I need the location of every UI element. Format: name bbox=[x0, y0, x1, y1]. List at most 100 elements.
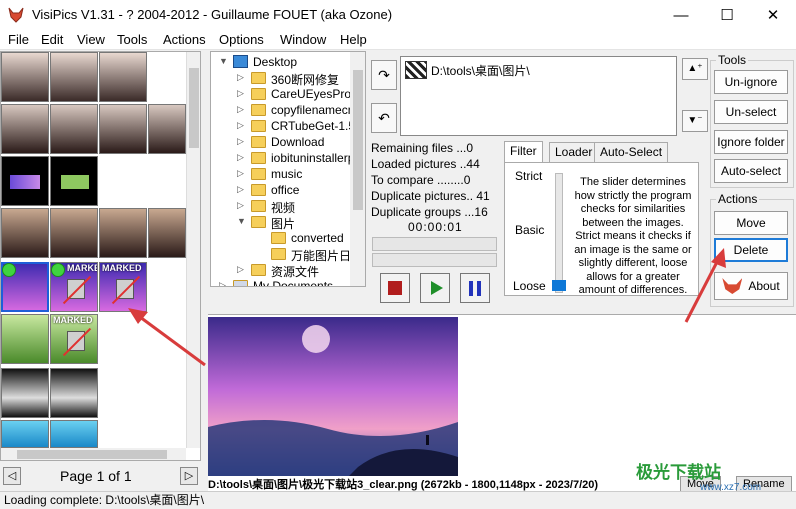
pause-icon bbox=[469, 281, 481, 296]
page-navigation: ◁ Page 1 of 1 ▷ bbox=[0, 462, 201, 490]
page-next-icon[interactable]: ▷ bbox=[180, 467, 198, 485]
folder-icon bbox=[251, 264, 266, 276]
thumbnail[interactable] bbox=[148, 104, 186, 154]
move-button[interactable]: Move bbox=[714, 211, 788, 235]
thumbnail[interactable] bbox=[1, 156, 49, 206]
folder-icon bbox=[251, 184, 266, 196]
thumbnail[interactable] bbox=[1, 104, 49, 154]
collapse-arrow-icon[interactable]: ▼ bbox=[237, 216, 247, 226]
thumbnail[interactable]: MARKED bbox=[99, 262, 147, 312]
folder-icon bbox=[251, 88, 266, 100]
menu-tools[interactable]: Tools bbox=[117, 32, 147, 47]
thumbnail[interactable] bbox=[99, 104, 147, 154]
slider-label-basic: Basic bbox=[515, 223, 545, 237]
title-bar: VisiPics V1.31 - ? 2004-2012 - Guillaume… bbox=[0, 0, 796, 30]
expand-arrow-icon[interactable]: ▷ bbox=[237, 168, 247, 179]
tree-scrollbar[interactable] bbox=[350, 52, 365, 286]
visipics-fox-icon bbox=[8, 7, 24, 23]
thumbnail[interactable]: MARKED bbox=[50, 262, 98, 312]
tab-filter[interactable]: Filter bbox=[504, 141, 543, 163]
minimize-button[interactable]: — bbox=[658, 0, 704, 30]
next-group-arrow-icon[interactable]: ↷ bbox=[371, 60, 397, 90]
window-title: VisiPics V1.31 - ? 2004-2012 - Guillaume… bbox=[32, 7, 393, 22]
stop-button[interactable] bbox=[380, 273, 410, 303]
expand-arrow-icon[interactable]: ▷ bbox=[219, 280, 229, 286]
scroll-up-icon[interactable]: ▲⁺ bbox=[682, 58, 708, 80]
thumbnail[interactable] bbox=[99, 208, 147, 258]
scroll-thumb[interactable] bbox=[353, 70, 363, 210]
thumbnail[interactable] bbox=[1, 314, 49, 364]
thumbnail[interactable] bbox=[1, 368, 49, 418]
play-button[interactable] bbox=[420, 273, 450, 303]
unselect-button[interactable]: Un-select bbox=[714, 100, 788, 124]
expand-arrow-icon[interactable]: ▷ bbox=[237, 184, 247, 195]
menu-actions[interactable]: Actions bbox=[163, 32, 206, 47]
slider-label-strict: Strict bbox=[515, 169, 543, 183]
elapsed-timer: 00:00:01 bbox=[408, 220, 463, 234]
thumbnail[interactable] bbox=[50, 52, 98, 102]
thumbnail[interactable] bbox=[50, 368, 98, 418]
unignore-button[interactable]: Un-ignore bbox=[714, 70, 788, 94]
delete-mark-icon bbox=[67, 331, 85, 351]
slider-knob[interactable] bbox=[552, 280, 566, 291]
about-button[interactable]: About bbox=[714, 272, 788, 300]
expand-arrow-icon[interactable]: ▷ bbox=[237, 136, 247, 147]
thumbnail[interactable]: MARKED bbox=[50, 314, 98, 364]
menu-view[interactable]: View bbox=[77, 32, 105, 47]
stat-duplicates: Duplicate pictures.. 41 bbox=[371, 189, 490, 203]
duplicate-groups-list: D:\tools\桌面\图片\ bbox=[400, 56, 677, 136]
expand-arrow-icon[interactable]: ▷ bbox=[237, 88, 247, 99]
expand-arrow-icon[interactable]: ▷ bbox=[237, 120, 247, 131]
thumbnail[interactable] bbox=[50, 104, 98, 154]
thumbnail[interactable] bbox=[50, 208, 98, 258]
page-prev-icon[interactable]: ◁ bbox=[3, 467, 21, 485]
thumbnail-horizontal-scrollbar[interactable] bbox=[1, 448, 186, 460]
thumbnail[interactable] bbox=[50, 420, 98, 448]
scroll-thumb[interactable] bbox=[189, 68, 199, 148]
thumbnail[interactable] bbox=[50, 156, 98, 206]
thumbnail[interactable] bbox=[99, 52, 147, 102]
thumbnail[interactable] bbox=[148, 208, 186, 258]
thumbnail[interactable] bbox=[1, 208, 49, 258]
menu-help[interactable]: Help bbox=[340, 32, 367, 47]
tools-group-title: Tools bbox=[716, 53, 749, 67]
thumbnail-vertical-scrollbar[interactable] bbox=[186, 52, 200, 448]
scroll-down-icon[interactable]: ▼⁻ bbox=[682, 110, 708, 132]
keep-marker-icon bbox=[51, 263, 65, 277]
tab-loader[interactable]: Loader bbox=[549, 142, 599, 162]
thumbnail[interactable] bbox=[1, 420, 49, 448]
group-item[interactable]: D:\tools\桌面\图片\ bbox=[405, 61, 530, 79]
prev-group-arrow-icon[interactable]: ↶ bbox=[371, 103, 397, 133]
expand-arrow-icon[interactable]: ▷ bbox=[237, 104, 247, 115]
thumbnail[interactable] bbox=[1, 52, 49, 102]
folder-tree: ▼ Desktop ▷ 360断网修复 ▷ CareUEyesPro ▷ copyfi… bbox=[210, 51, 366, 287]
thumbnail[interactable] bbox=[1, 262, 49, 312]
ignore-folder-button[interactable]: Ignore folder bbox=[714, 130, 788, 154]
expand-arrow-icon[interactable]: ▷ bbox=[237, 264, 247, 275]
folder-icon bbox=[251, 72, 266, 84]
close-button[interactable]: ✕ bbox=[750, 0, 796, 30]
menu-window[interactable]: Window bbox=[280, 32, 326, 47]
scroll-thumb[interactable] bbox=[17, 450, 167, 459]
expand-arrow-icon[interactable]: ▷ bbox=[237, 72, 247, 83]
folder-icon bbox=[271, 248, 286, 260]
delete-mark-icon bbox=[67, 279, 85, 299]
menu-edit[interactable]: Edit bbox=[41, 32, 63, 47]
maximize-button[interactable]: ☐ bbox=[704, 0, 750, 30]
menu-file[interactable]: File bbox=[8, 32, 29, 47]
progress-bar bbox=[372, 253, 497, 267]
expand-arrow-icon[interactable]: ▷ bbox=[237, 152, 247, 163]
folder-icon bbox=[251, 136, 266, 148]
status-bar: Loading complete: D:\tools\桌面\图片\ bbox=[0, 491, 796, 509]
expand-arrow-icon[interactable]: ▷ bbox=[237, 200, 247, 211]
collapse-arrow-icon[interactable]: ▼ bbox=[219, 56, 229, 66]
tab-auto-select[interactable]: Auto-Select bbox=[594, 142, 669, 162]
strictness-slider[interactable] bbox=[555, 173, 563, 293]
pause-button[interactable] bbox=[460, 273, 490, 303]
folder-icon bbox=[251, 168, 266, 180]
folder-icon bbox=[251, 152, 266, 164]
menu-options[interactable]: Options bbox=[219, 32, 264, 47]
fox-logo-icon bbox=[722, 278, 743, 294]
auto-select-button[interactable]: Auto-select bbox=[714, 159, 788, 183]
delete-button[interactable]: Delete bbox=[714, 238, 788, 262]
